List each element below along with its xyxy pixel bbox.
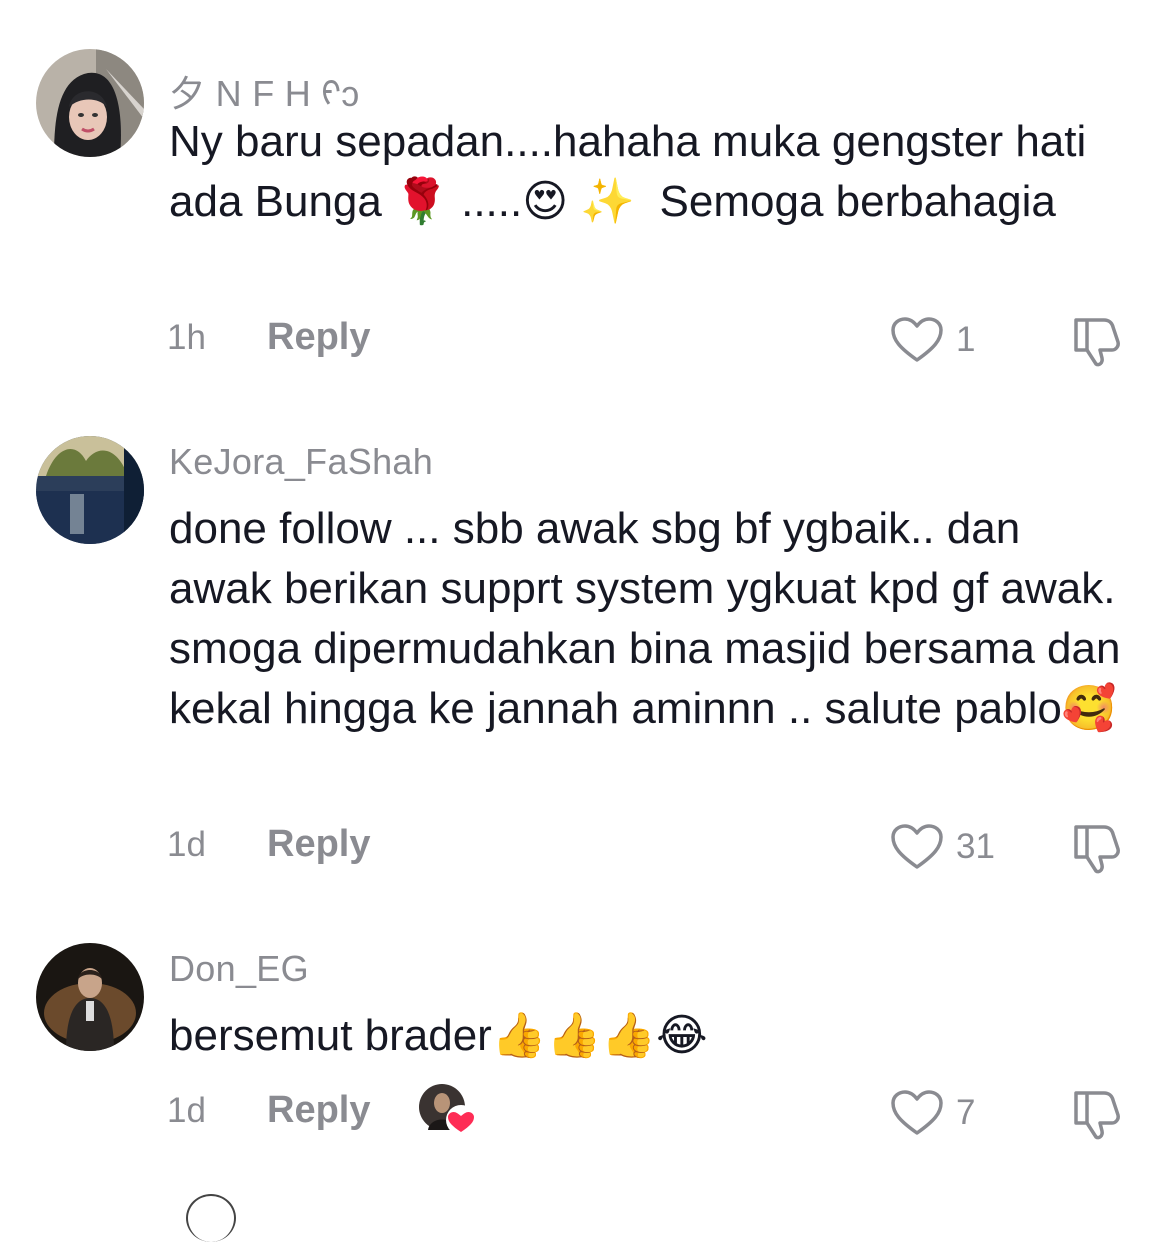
username[interactable]: KeJora_FaShah bbox=[169, 441, 433, 483]
timestamp: 1h bbox=[167, 318, 206, 357]
avatar[interactable] bbox=[36, 49, 144, 157]
comment-actions: 1d Reply 31 bbox=[0, 817, 1170, 877]
dislike-button[interactable] bbox=[1068, 819, 1128, 875]
comment-actions: 1d Reply 7 bbox=[0, 1083, 1170, 1143]
next-avatar-peek bbox=[186, 1194, 236, 1242]
avatar[interactable] bbox=[36, 943, 144, 1051]
thumbs-down-outline-icon bbox=[1074, 318, 1120, 367]
timestamp: 1d bbox=[167, 1091, 206, 1130]
timestamp: 1d bbox=[167, 825, 206, 864]
comment-text: done follow ... sbb awak sbg bf ygbaik..… bbox=[169, 504, 1133, 733]
dislike-button[interactable] bbox=[1068, 312, 1128, 368]
reply-button[interactable]: Reply bbox=[267, 316, 370, 359]
like-count: 1 bbox=[956, 320, 976, 359]
dislike-button[interactable] bbox=[1068, 1085, 1128, 1141]
comment-text: bersemut brader👍👍👍😂 bbox=[169, 1011, 708, 1060]
avatar[interactable] bbox=[36, 436, 144, 544]
like-button[interactable]: 1 bbox=[890, 310, 975, 370]
reply-button[interactable]: Reply bbox=[267, 1089, 370, 1132]
like-count: 31 bbox=[956, 827, 995, 866]
reply-button[interactable]: Reply bbox=[267, 823, 370, 866]
creator-liked-badge bbox=[418, 1083, 476, 1139]
like-count: 7 bbox=[956, 1093, 976, 1132]
username[interactable]: Don_EG bbox=[169, 948, 309, 990]
heart-outline-icon bbox=[891, 1090, 943, 1135]
comment-actions: 1h Reply 1 bbox=[0, 310, 1170, 370]
like-button[interactable]: 7 bbox=[890, 1083, 975, 1143]
heart-outline-icon bbox=[891, 824, 943, 869]
heart-outline-icon bbox=[891, 317, 943, 362]
like-button[interactable]: 31 bbox=[890, 817, 995, 877]
thumbs-down-outline-icon bbox=[1074, 825, 1120, 874]
thumbs-down-outline-icon bbox=[1074, 1091, 1120, 1140]
creator-liked-heart-icon bbox=[419, 1084, 476, 1135]
username[interactable]: ⼣ N F H ᠻɔ bbox=[169, 54, 360, 117]
comment-text: Ny baru sepadan....hahaha muka gengster … bbox=[169, 117, 1099, 226]
